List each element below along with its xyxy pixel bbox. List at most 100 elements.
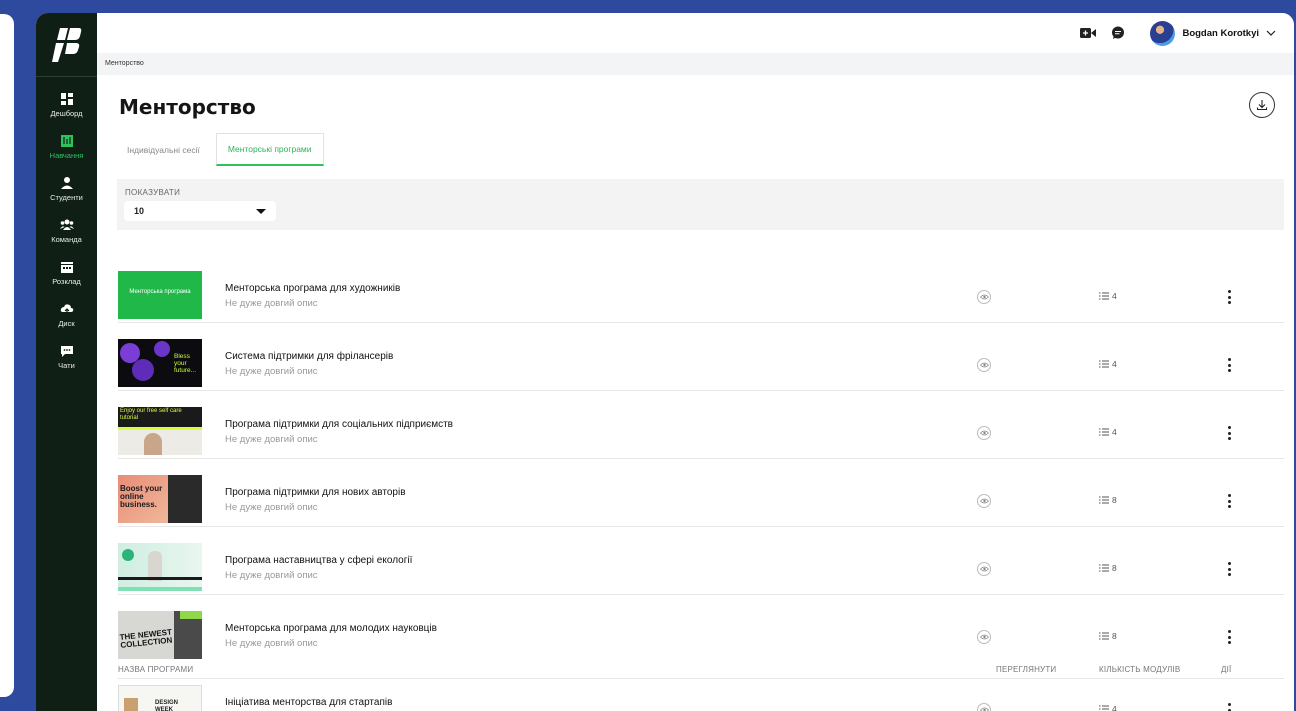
sidebar-item-students[interactable]: Студенти bbox=[36, 176, 97, 218]
column-header-modules[interactable]: КІЛЬКІСТЬ МОДУЛІВ bbox=[1099, 665, 1180, 674]
table-row[interactable]: Менторська програма Менторська програма … bbox=[118, 255, 1284, 323]
view-icon[interactable] bbox=[977, 494, 991, 508]
program-thumbnail bbox=[118, 543, 202, 591]
more-actions-icon[interactable] bbox=[1226, 358, 1232, 372]
cloud-icon bbox=[60, 304, 73, 315]
list-icon bbox=[1099, 496, 1109, 504]
user-menu[interactable]: Bogdan Korotkyi bbox=[1150, 20, 1276, 46]
program-title[interactable]: Програма наставництва у сфері екології bbox=[225, 555, 412, 566]
avatar bbox=[1150, 20, 1176, 46]
sidebar-item-chats[interactable]: Чати bbox=[36, 344, 97, 386]
program-description: Не дуже довгий опис bbox=[225, 434, 318, 445]
program-list: Менторська програма Менторська програма … bbox=[118, 255, 1284, 663]
main-content: Менторство Індивідуальні сесії Менторськ… bbox=[97, 75, 1294, 711]
list-icon bbox=[1099, 564, 1109, 572]
module-count: 4 bbox=[1099, 704, 1117, 711]
more-actions-icon[interactable] bbox=[1226, 703, 1232, 711]
program-title[interactable]: Ініціатива менторства для стартапів bbox=[225, 697, 392, 708]
table-row[interactable]: Boost your online business. Програма під… bbox=[118, 459, 1284, 527]
sidebar-item-schedule[interactable]: Розклад bbox=[36, 260, 97, 302]
table-row[interactable]: DESIGN WEEK Ініціатива менторства для ст… bbox=[118, 679, 1284, 711]
page-size-label: ПОКАЗУВАТИ bbox=[125, 188, 181, 197]
sidebar-item-label: Студенти bbox=[50, 193, 83, 202]
tab-mentor-programs[interactable]: Менторські програми bbox=[215, 133, 324, 166]
column-header-name[interactable]: НАЗВА ПРОГРАМИ bbox=[118, 665, 193, 674]
program-thumbnail: Bless your future... bbox=[118, 339, 202, 387]
module-count: 8 bbox=[1099, 563, 1117, 573]
module-count-value: 4 bbox=[1112, 359, 1117, 369]
more-actions-icon[interactable] bbox=[1226, 562, 1232, 576]
sidebar-nav: Дешборд Навчання Студенти Команда Розкла… bbox=[36, 77, 97, 386]
list-icon bbox=[1099, 705, 1109, 710]
view-icon[interactable] bbox=[977, 358, 991, 372]
table-row[interactable]: THE NEWEST COLLECTION Менторська програм… bbox=[118, 595, 1284, 663]
more-actions-icon[interactable] bbox=[1226, 426, 1232, 440]
program-thumbnail: Boost your online business. bbox=[118, 475, 202, 523]
program-title[interactable]: Менторська програма для художників bbox=[225, 283, 400, 294]
logo[interactable] bbox=[36, 13, 97, 77]
program-description: Не дуже довгий опис bbox=[225, 366, 318, 377]
module-count: 8 bbox=[1099, 495, 1117, 505]
program-title[interactable]: Програма підтримки для нових авторів bbox=[225, 487, 406, 498]
list-icon bbox=[1099, 292, 1109, 300]
program-description: Не дуже довгий опис bbox=[225, 502, 318, 513]
video-call-icon[interactable] bbox=[1080, 25, 1097, 41]
column-header-view[interactable]: ПЕРЕГЛЯНУТИ bbox=[996, 665, 1056, 674]
more-actions-icon[interactable] bbox=[1226, 290, 1232, 304]
program-title[interactable]: Менторська програма для молодих науковці… bbox=[225, 623, 437, 634]
module-count-value: 8 bbox=[1112, 495, 1117, 505]
program-thumbnail: Enjoy our free self care tutorial bbox=[118, 407, 202, 455]
page-size-select[interactable]: 10 bbox=[124, 201, 276, 221]
sidebar-item-learning[interactable]: Навчання bbox=[36, 134, 97, 176]
chevron-down-icon bbox=[1266, 30, 1276, 36]
sidebar-item-label: Дешборд bbox=[50, 109, 83, 118]
breadcrumb[interactable]: Менторство bbox=[105, 60, 144, 67]
module-count-value: 4 bbox=[1112, 291, 1117, 301]
module-count-value: 8 bbox=[1112, 563, 1117, 573]
table-row[interactable]: Enjoy our free self care tutorial Програ… bbox=[118, 391, 1284, 459]
module-count: 4 bbox=[1099, 291, 1117, 301]
program-title[interactable]: Програма підтримки для соціальних підпри… bbox=[225, 419, 453, 430]
program-description: Не дуже довгий опис bbox=[225, 638, 318, 649]
program-description: Не дуже довгий опис bbox=[225, 298, 318, 309]
more-actions-icon[interactable] bbox=[1226, 494, 1232, 508]
sidebar-item-label: Команда bbox=[51, 235, 82, 244]
sidebar-item-disk[interactable]: Диск bbox=[36, 302, 97, 344]
table-row[interactable]: Bless your future... Система підтримки д… bbox=[118, 323, 1284, 391]
user-name: Bogdan Korotkyi bbox=[1182, 27, 1259, 39]
table-header: НАЗВА ПРОГРАМИ ПЕРЕГЛЯНУТИ КІЛЬКІСТЬ МОД… bbox=[118, 663, 1284, 679]
view-icon[interactable] bbox=[977, 630, 991, 644]
sidebar-item-team[interactable]: Команда bbox=[36, 218, 97, 260]
program-description: Не дуже довгий опис bbox=[225, 570, 318, 581]
table-row[interactable]: Програма наставництва у сфері екології Н… bbox=[118, 527, 1284, 595]
program-title[interactable]: Система підтримки для фрілансерів bbox=[225, 351, 393, 362]
thumbnail-caption: Менторська програма bbox=[129, 289, 191, 295]
thumbnail-caption: DESIGN WEEK bbox=[155, 700, 179, 711]
calendar-icon bbox=[60, 262, 73, 273]
view-icon[interactable] bbox=[977, 426, 991, 440]
sidebar: Дешборд Навчання Студенти Команда Розкла… bbox=[36, 13, 97, 711]
messages-icon[interactable] bbox=[1110, 25, 1126, 41]
list-icon bbox=[1099, 632, 1109, 640]
more-actions-icon[interactable] bbox=[1226, 630, 1232, 644]
view-icon[interactable] bbox=[977, 290, 991, 304]
book-icon bbox=[60, 135, 73, 147]
sidebar-item-label: Навчання bbox=[49, 151, 84, 160]
module-count: 4 bbox=[1099, 359, 1117, 369]
app-window: Дешборд Навчання Студенти Команда Розкла… bbox=[36, 13, 1294, 711]
sidebar-item-label: Чати bbox=[58, 361, 75, 370]
column-header-actions[interactable]: ДІЇ bbox=[1221, 665, 1231, 674]
program-thumbnail: THE NEWEST COLLECTION bbox=[118, 611, 202, 659]
program-thumbnail: Менторська програма bbox=[118, 271, 202, 319]
tab-individual-sessions[interactable]: Індивідуальні сесії bbox=[119, 133, 208, 166]
page-title: Менторство bbox=[119, 95, 256, 119]
thumbnail-caption: Boost your online business. bbox=[120, 484, 163, 509]
sidebar-item-label: Диск bbox=[58, 319, 75, 328]
chat-icon bbox=[60, 346, 73, 357]
list-icon bbox=[1099, 428, 1109, 436]
caret-down-icon bbox=[256, 208, 266, 214]
sidebar-item-dashboard[interactable]: Дешборд bbox=[36, 92, 97, 134]
download-button[interactable] bbox=[1249, 92, 1275, 118]
view-icon[interactable] bbox=[977, 562, 991, 576]
view-icon[interactable] bbox=[977, 703, 991, 711]
